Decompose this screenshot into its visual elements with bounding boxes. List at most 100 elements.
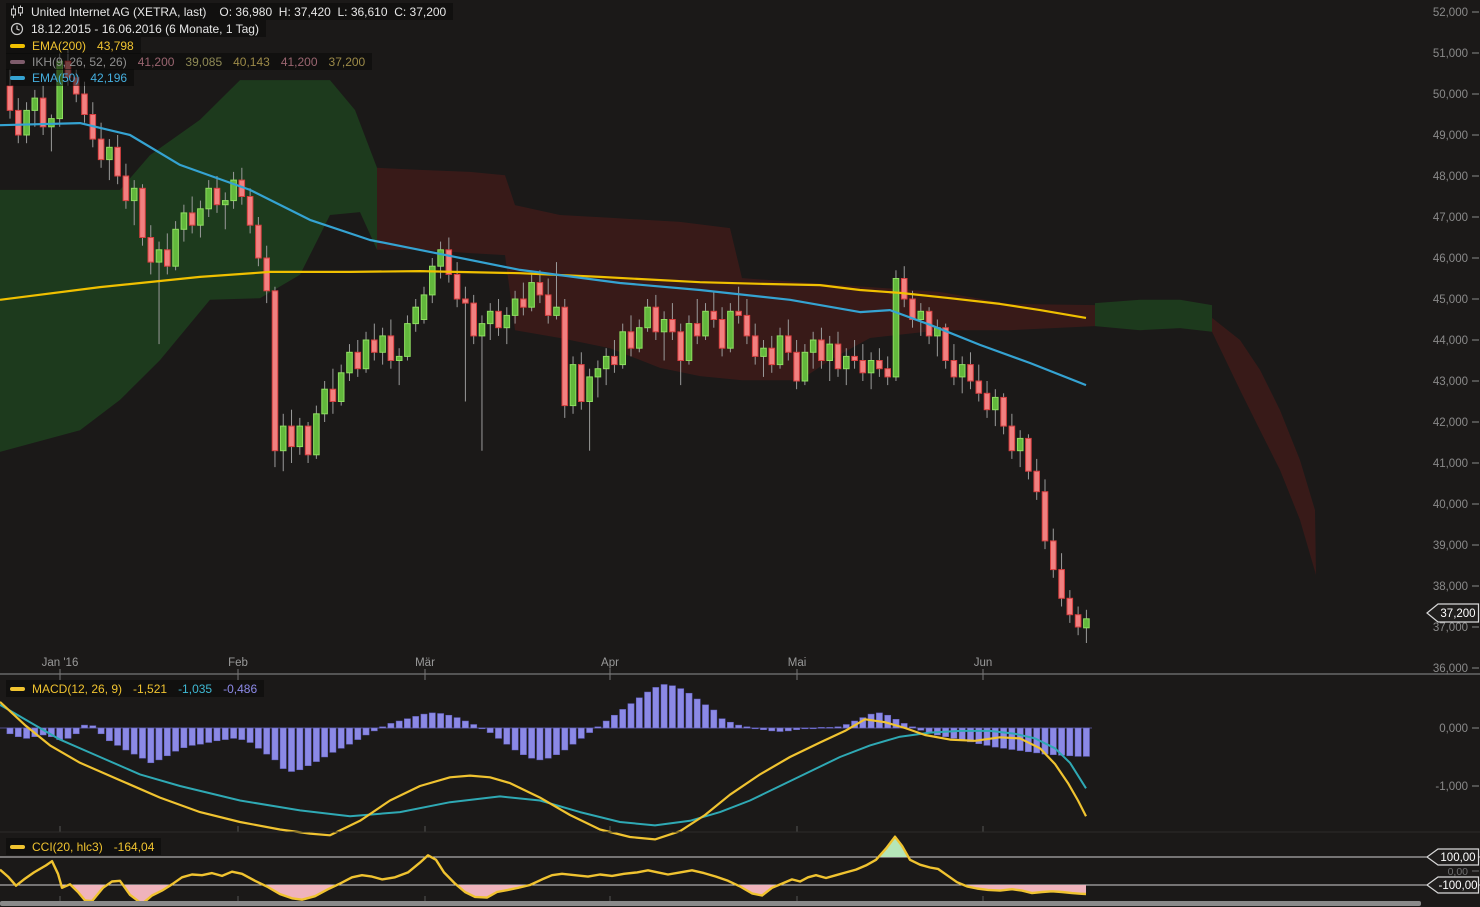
candle-body[interactable] — [404, 323, 411, 357]
candle-body[interactable] — [412, 306, 419, 325]
macd-histogram-bar[interactable] — [743, 726, 751, 729]
candle-body[interactable] — [205, 187, 212, 210]
candle-body[interactable] — [950, 360, 958, 378]
candle-body[interactable] — [785, 335, 792, 353]
candle-body[interactable] — [164, 249, 171, 267]
candle-body[interactable] — [611, 355, 618, 366]
macd-histogram-bar[interactable] — [354, 727, 362, 740]
macd-histogram-bar[interactable] — [727, 721, 734, 729]
macd-histogram-bar[interactable] — [1074, 727, 1082, 757]
candle-body[interactable] — [39, 97, 47, 128]
macd-histogram-bar[interactable] — [917, 727, 925, 731]
macd-histogram-bar[interactable] — [412, 716, 420, 729]
candle-body[interactable] — [354, 351, 362, 370]
macd-histogram-bar[interactable] — [221, 727, 229, 740]
candle-body[interactable] — [503, 314, 511, 329]
candle-body[interactable] — [685, 323, 693, 362]
macd-histogram-bar[interactable] — [163, 727, 171, 757]
macd-histogram-bar[interactable] — [147, 727, 155, 764]
macd-histogram-bar[interactable] — [677, 688, 685, 729]
candle-body[interactable] — [768, 347, 776, 366]
candle-body[interactable] — [296, 425, 304, 448]
candle-body[interactable] — [486, 310, 494, 325]
macd-histogram-bar[interactable] — [72, 727, 80, 735]
candle-body[interactable] — [578, 364, 585, 403]
candle-body[interactable] — [188, 212, 196, 226]
macd-histogram-bar[interactable] — [793, 727, 800, 730]
candle-body[interactable] — [387, 335, 395, 361]
candle-body[interactable] — [1008, 425, 1016, 452]
macd-histogram-bar[interactable] — [387, 723, 395, 729]
candle-body[interactable] — [470, 302, 477, 337]
candle-body[interactable] — [106, 146, 113, 161]
candle-body[interactable] — [743, 314, 751, 337]
candle-body[interactable] — [246, 196, 254, 226]
candle-body[interactable] — [735, 310, 742, 316]
candle-body[interactable] — [1050, 540, 1057, 571]
candle-body[interactable] — [279, 425, 287, 452]
macd-histogram-bar[interactable] — [909, 726, 916, 729]
macd-histogram-bar[interactable] — [544, 727, 552, 759]
candle-body[interactable] — [371, 339, 378, 353]
macd-histogram-bar[interactable] — [395, 720, 403, 729]
macd-histogram-bar[interactable] — [288, 727, 295, 772]
macd-histogram-bar[interactable] — [14, 727, 22, 737]
candle-body[interactable] — [213, 187, 221, 206]
candle-body[interactable] — [31, 97, 39, 111]
macd-histogram-bar[interactable] — [445, 714, 453, 729]
horizontal-scrollbar[interactable] — [0, 901, 1421, 906]
macd-histogram-bar[interactable] — [809, 727, 817, 730]
candle-body[interactable] — [304, 425, 312, 456]
macd-histogram-bar[interactable] — [313, 727, 320, 762]
macd-histogram-bar[interactable] — [246, 727, 254, 743]
macd-histogram-bar[interactable] — [89, 725, 97, 729]
candle-body[interactable] — [379, 335, 386, 353]
macd-histogram-bar[interactable] — [586, 727, 593, 733]
candle-body[interactable] — [23, 109, 30, 136]
macd-histogram-bar[interactable] — [619, 709, 627, 729]
macd-histogram-bar[interactable] — [180, 727, 188, 748]
candle-body[interactable] — [809, 339, 817, 353]
candle-body[interactable] — [636, 327, 643, 349]
macd-histogram-bar[interactable] — [702, 704, 709, 729]
macd-histogram-bar[interactable] — [321, 727, 328, 758]
candle-body[interactable] — [917, 310, 925, 320]
candle-body[interactable] — [1000, 396, 1007, 427]
macd-histogram-bar[interactable] — [627, 703, 635, 729]
candle-body[interactable] — [975, 380, 983, 394]
candle-body[interactable] — [478, 323, 486, 337]
candle-body[interactable] — [958, 364, 966, 378]
macd-histogram-bar[interactable] — [842, 724, 850, 729]
macd-histogram-bar[interactable] — [693, 698, 701, 729]
macd-histogram-bar[interactable] — [205, 727, 213, 743]
macd-histogram-bar[interactable] — [6, 727, 14, 735]
macd-histogram-bar[interactable] — [97, 727, 105, 735]
candle-body[interactable] — [1016, 437, 1024, 452]
macd-histogram-bar[interactable] — [660, 684, 668, 729]
candle-body[interactable] — [677, 331, 685, 361]
macd-histogram-bar[interactable] — [511, 727, 519, 751]
candle-body[interactable] — [1083, 618, 1090, 629]
candle-body[interactable] — [222, 200, 229, 206]
macd-histogram-bar[interactable] — [495, 727, 502, 739]
macd-histogram-bar[interactable] — [64, 727, 72, 739]
candle-body[interactable] — [1066, 597, 1074, 616]
candle-body[interactable] — [727, 310, 734, 349]
candle-body[interactable] — [15, 109, 22, 136]
macd-histogram-bar[interactable] — [172, 727, 179, 752]
macd-histogram-bar[interactable] — [611, 714, 618, 729]
macd-histogram-bar[interactable] — [188, 727, 196, 746]
legend-cci[interactable]: CCI(20, hlc3) -164,04 — [6, 838, 162, 855]
candle-body[interactable] — [983, 392, 991, 411]
candle-body[interactable] — [362, 339, 370, 370]
macd-histogram-bar[interactable] — [635, 697, 643, 729]
candle-body[interactable] — [801, 351, 809, 382]
candle-body[interactable] — [420, 294, 428, 320]
macd-histogram-bar[interactable] — [818, 727, 825, 729]
candle-body[interactable] — [495, 310, 502, 329]
candle-body[interactable] — [793, 351, 800, 382]
macd-histogram-bar[interactable] — [644, 691, 651, 729]
macd-histogram-bar[interactable] — [346, 727, 353, 745]
macd-histogram-bar[interactable] — [768, 727, 776, 732]
candle-body[interactable] — [155, 249, 163, 263]
